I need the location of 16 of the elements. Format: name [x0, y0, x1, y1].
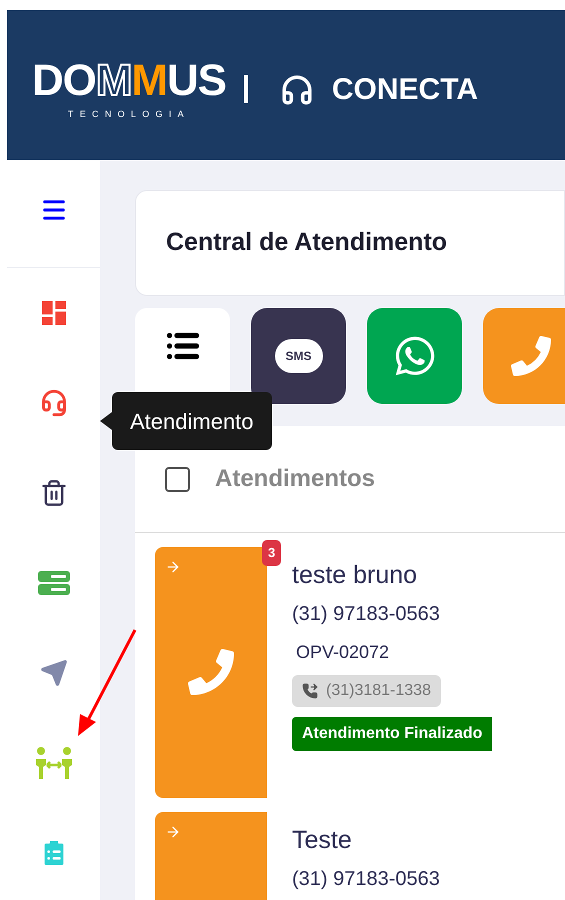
contact-name: Teste — [292, 825, 352, 856]
page-title: Central de Atendimento — [166, 227, 448, 258]
tooltip: Atendimento — [112, 392, 272, 450]
sms-tab[interactable]: SMS — [251, 308, 346, 404]
line-chip: (31)3181-1338 — [292, 675, 441, 707]
status-label: Atendimento Finalizado — [292, 717, 492, 751]
unread-count: 3 — [262, 540, 282, 566]
logo: DOMMUS — [32, 58, 226, 104]
phone-number: (31) 97183-0563 — [292, 867, 440, 892]
phone-number: (31) 97183-0563 — [292, 602, 440, 627]
contact-name: teste bruno — [292, 560, 418, 591]
sms-bubble: SMS — [274, 339, 322, 373]
list-title: Atendimentos — [215, 464, 376, 494]
product-name: CONECTA — [332, 72, 478, 108]
logo-tagline: TECNOLOGIA — [68, 108, 190, 122]
protocol-code: OPV-02072 — [296, 641, 390, 664]
